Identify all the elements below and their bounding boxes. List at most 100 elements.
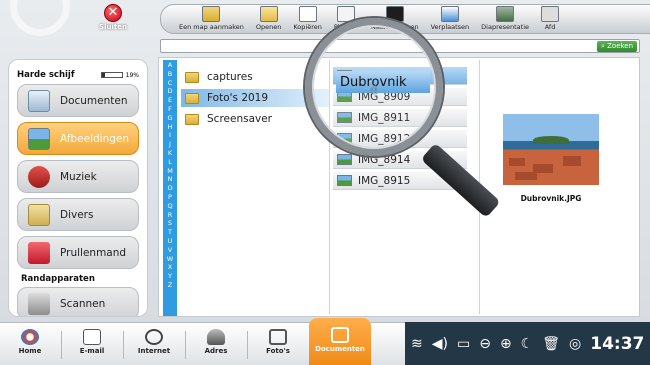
taskbar-divider — [61, 331, 62, 359]
sidebar-item-scannen[interactable]: Scannen — [17, 287, 139, 316]
folder-icon — [28, 203, 50, 226]
taskbar-item-internet[interactable]: Internet — [126, 323, 182, 365]
alphabet-letter[interactable]: A — [168, 61, 172, 70]
preview-roof — [563, 156, 581, 166]
documents-icon — [331, 327, 349, 343]
pictures-icon — [28, 127, 50, 150]
taskbar-item-documenten[interactable]: Documenten — [309, 318, 371, 365]
trash-icon — [28, 241, 50, 264]
hand-cursor-icon: ☝ — [370, 83, 378, 97]
globe-icon — [145, 329, 163, 345]
preview-roof — [515, 172, 537, 180]
disk-usage: Harde schijf 19% — [17, 70, 139, 80]
disk-usage-fill — [101, 73, 106, 77]
folder-item[interactable]: Screensaver — [181, 110, 329, 128]
image-file-icon — [337, 175, 352, 186]
new-folder-icon — [202, 6, 221, 22]
slideshow-icon — [496, 6, 515, 22]
sidebar-item-documenten[interactable]: Documenten — [17, 84, 139, 117]
sidebar-item-prullenmand[interactable]: Prullenmand — [17, 236, 139, 269]
print-button[interactable]: Afd — [541, 6, 560, 33]
open-icon — [259, 6, 278, 22]
brand-decoration — [10, 0, 70, 36]
music-icon — [28, 165, 50, 188]
alphabet-letter[interactable]: I — [169, 131, 171, 140]
camera-icon — [269, 329, 287, 345]
open-button[interactable]: Openen — [256, 6, 281, 33]
taskbar-item-adres[interactable]: Adres — [188, 323, 244, 365]
preview-roof — [509, 158, 525, 166]
system-tray: ≋ ◀) ▭ ⊖ ⊕ ☾ 🗑 ◎ 14:37 — [405, 322, 650, 365]
alphabet-letter[interactable]: V — [168, 246, 172, 255]
zoom-out-icon[interactable]: ⊖ — [479, 336, 491, 352]
alphabet-letter[interactable]: R — [168, 211, 173, 220]
alphabet-letter[interactable]: Q — [167, 202, 172, 211]
alphabet-letter[interactable]: X — [168, 263, 172, 272]
brightness-icon[interactable]: ☾ — [521, 336, 534, 352]
alphabet-letter[interactable]: K — [168, 149, 172, 158]
magnified-file-item: Dubrovnik — [336, 71, 430, 93]
taskbar-item-email[interactable]: E-mail — [64, 323, 120, 365]
home-icon — [21, 329, 39, 345]
alphabet-letter[interactable]: D — [167, 87, 172, 96]
taskbar-divider — [185, 331, 186, 359]
wifi-icon[interactable]: ≋ — [411, 336, 423, 352]
copy-icon — [298, 6, 317, 22]
folder-icon — [185, 71, 199, 83]
preview-island — [533, 136, 569, 144]
close-button[interactable]: ✕ Sluiten — [96, 4, 130, 31]
alphabet-letter[interactable]: Z — [168, 281, 172, 290]
trash-icon[interactable]: 🗑 — [542, 336, 560, 352]
alphabet-letter[interactable]: C — [168, 79, 173, 88]
disk-usage-bar — [100, 72, 123, 78]
alphabet-letter[interactable]: B — [168, 70, 172, 79]
taskbar-item-fotos[interactable]: Foto's — [250, 323, 306, 365]
help-icon[interactable]: ◎ — [569, 336, 581, 352]
clock: 14:37 — [590, 333, 645, 354]
alphabet-letter[interactable]: H — [168, 123, 173, 132]
alphabet-letter[interactable]: S — [168, 219, 172, 228]
alphabet-letter[interactable]: E — [168, 96, 172, 105]
alphabet-letter[interactable]: G — [167, 114, 172, 123]
zoom-in-icon[interactable]: ⊕ — [500, 336, 512, 352]
alphabet-letter[interactable]: L — [168, 158, 172, 167]
search-button[interactable]: ⌕ Zoeken — [597, 41, 637, 52]
volume-icon[interactable]: ◀) — [432, 336, 448, 352]
close-icon: ✕ — [104, 4, 122, 22]
alphabet-letter[interactable]: F — [168, 105, 172, 114]
paste-icon — [337, 6, 356, 22]
disk-percent: 19% — [125, 71, 139, 79]
folder-icon — [185, 92, 199, 104]
image-preview — [503, 114, 599, 185]
new-folder-button[interactable]: Een map aanmaken — [179, 6, 244, 33]
print-icon — [541, 6, 560, 22]
alphabet-letter[interactable]: J — [169, 140, 171, 149]
alphabet-letter[interactable]: W — [167, 255, 173, 264]
battery-icon[interactable]: ▭ — [457, 336, 470, 352]
documents-icon — [28, 89, 50, 112]
sidebar-item-afbeeldingen[interactable]: Afbeeldingen — [17, 122, 139, 155]
alphabet-letter[interactable]: T — [168, 228, 172, 237]
taskbar-divider — [123, 331, 124, 359]
move-button[interactable]: Verplaatsen — [431, 6, 469, 33]
preview-filename: Dubrovnik.JPG — [520, 194, 582, 203]
taskbar-item-home[interactable]: Home — [2, 323, 58, 365]
sidebar: Harde schijf 19% Documenten Afbeeldingen… — [8, 59, 148, 317]
alphabet-letter[interactable]: N — [168, 175, 173, 184]
alphabet-letter[interactable]: U — [168, 237, 173, 246]
alphabet-index: ABCDEFGHIJKLMNOPQRSTUVWXYZ — [163, 60, 177, 316]
folder-icon — [185, 113, 199, 125]
sidebar-item-muziek[interactable]: Muziek — [17, 160, 139, 193]
alphabet-letter[interactable]: P — [168, 193, 172, 202]
copy-button[interactable]: Kopiëren — [293, 6, 322, 33]
alphabet-letter[interactable]: O — [167, 184, 172, 193]
sidebar-item-divers[interactable]: Divers — [17, 198, 139, 231]
close-label: Sluiten — [99, 23, 127, 31]
email-icon — [83, 329, 101, 345]
move-icon — [440, 6, 459, 22]
search-button-label: Zoeken — [607, 42, 634, 50]
alphabet-letter[interactable]: M — [167, 167, 173, 176]
alphabet-letter[interactable]: Y — [168, 272, 172, 281]
disk-label: Harde schijf — [17, 70, 75, 80]
slideshow-button[interactable]: Diapresentatie — [481, 6, 529, 33]
